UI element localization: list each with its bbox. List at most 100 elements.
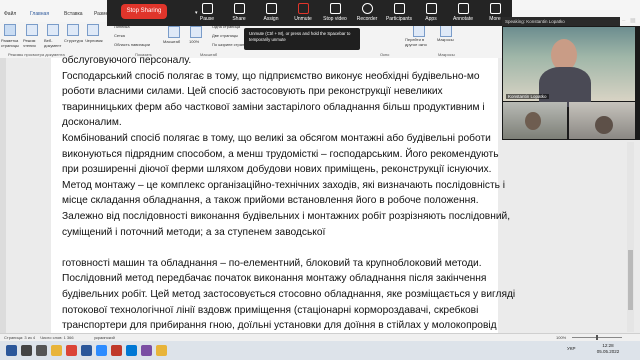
toolbar-label: Annotate [452,16,474,22]
grid-checkbox[interactable]: Сетка [114,33,125,38]
participant-video-2[interactable] [569,102,635,139]
zoom-magnifier-icon[interactable] [168,26,180,38]
document-line[interactable]: потокової технологічної лінії вздовж при… [62,305,478,316]
toolbar-label: Assign [263,16,279,22]
explorer-icon[interactable] [51,345,62,356]
page-layout-icon[interactable] [4,24,16,36]
document-line[interactable]: Послідовний метод передбачає початок вик… [62,273,486,284]
stop-sharing-button[interactable]: Stop Sharing [121,4,167,19]
group-label-views: Режимы просмотра документа [8,52,65,57]
participant-video-1[interactable] [503,102,567,139]
speaker-name-label: Konstantin Lopatko [506,94,549,99]
system-clock[interactable]: 12:28 05.05.2022 [588,343,628,355]
web-layout-icon[interactable] [47,24,59,36]
folder-icon[interactable] [156,345,167,356]
page-layout-button[interactable]: Разметка страницы [1,38,23,48]
draft-button[interactable]: Черновик [85,38,105,43]
switch-window-button[interactable]: Перейти в другое окно [405,37,435,47]
pause-button[interactable]: Pause [190,3,224,22]
zoom-button[interactable]: Масштаб [163,39,180,44]
participant-1-face [525,112,541,130]
outline-button[interactable]: Структура [64,38,84,43]
toolbar-label: Stop video [323,16,347,22]
clock-date: 05.05.2022 [596,349,620,354]
zoom-slider-thumb[interactable] [596,335,598,340]
macros-icon[interactable] [440,25,452,37]
group-label-macros: Макросы [438,52,455,57]
active-speaker-video[interactable] [503,27,635,107]
reading-mode-button[interactable]: Режим чтения [23,38,43,48]
tab-home[interactable]: Главная [30,11,49,17]
draft-icon[interactable] [87,24,99,36]
navigation-pane-checkbox[interactable]: Область навигации [114,42,150,47]
web-layout-button[interactable]: Веб-документ [44,38,64,48]
group-label-zoom: Масштаб [200,52,218,57]
language-indicator[interactable]: украинский [94,335,115,340]
task-view-icon[interactable] [36,345,47,356]
switch-window-icon[interactable] [413,25,425,37]
participants-button[interactable]: Participants [382,3,416,22]
toolbar-label: Unmute [294,16,312,22]
pause-icon [201,3,213,14]
assign-button[interactable]: Assign [254,3,288,22]
participants-icon [393,3,405,14]
search-icon[interactable] [21,345,32,356]
mail-icon[interactable] [126,345,137,356]
document-line[interactable]: обслуговуючого персоналу. [62,55,191,66]
reading-mode-icon[interactable] [26,24,38,36]
apps-button[interactable]: Apps [414,3,448,22]
microphone-muted-icon [297,3,309,14]
document-line[interactable]: при розширенні діючої ферми шляхом добуд… [62,164,491,175]
share-icon [233,3,245,14]
speaking-indicator: Speaking: Konstantin Lopatko [502,17,620,26]
document-line[interactable]: Залежно від послідовності виконання буді… [62,211,510,222]
word-count[interactable]: Число слов: 1 366 [40,335,74,340]
gallery-view-icon[interactable]: ▦ [630,18,636,24]
annotate-icon [457,3,469,14]
macros-button[interactable]: Макросы [437,37,454,42]
tab-insert[interactable]: Вставка [64,11,83,17]
document-line[interactable]: тваринницьких ферм або часткової заміни … [62,102,485,113]
document-line[interactable]: готовності машин та обладнання – по-елем… [62,258,482,269]
unmute-tooltip: Unmute (Ctrl + M), or press and hold the… [244,28,360,50]
speaker-body [539,67,591,107]
document-line[interactable]: транспортери для прибирання гною, доїльн… [62,320,497,331]
pdf-icon[interactable] [111,345,122,356]
zoom-100-button[interactable]: 100% [189,39,199,44]
toolbar-label: Share [232,16,246,22]
toolbar-label: Pause [199,16,215,22]
chrome-icon[interactable] [66,345,77,356]
document-line[interactable]: будівельних робіт. Цей метод застосовуєт… [62,289,515,300]
zoom-icon[interactable] [96,345,107,356]
unmute-button[interactable]: Unmute [286,3,320,22]
keyboard-language[interactable]: УКР [567,346,575,351]
more-icon [489,3,501,14]
participant-2-face [595,116,613,134]
document-line[interactable]: роботи власними силами. Цей спосіб засто… [62,86,443,97]
two-pages-button[interactable]: Две страницы [212,33,238,38]
annotate-button[interactable]: Annotate [446,3,480,22]
video-camera-icon [329,3,341,14]
zoom-percent[interactable]: 100% [556,335,566,340]
outline-icon[interactable] [67,24,79,36]
stop-video-button[interactable]: Stop video [318,3,352,22]
toolbar-label: Recorder [356,16,378,22]
share-button[interactable]: Share [222,3,256,22]
media-icon[interactable] [141,345,152,356]
start-icon[interactable] [6,345,17,356]
recorder-button[interactable]: Recorder [350,3,384,22]
document-line[interactable]: досконалим. [62,117,122,128]
page-counter[interactable]: Страница: 3 из 4 [4,335,35,340]
minimize-icon[interactable]: – [622,18,628,24]
document-line[interactable]: Комбінований спосіб полягає в тому, що в… [62,133,491,144]
document-line[interactable]: виконуються підрядним способом, а менш т… [62,149,499,160]
document-line[interactable]: Господарський спосіб полягає в тому, що … [62,71,480,82]
tab-file[interactable]: Файл [4,11,16,17]
toolbar-label: Apps [425,16,437,22]
scrollbar-thumb[interactable] [628,250,633,310]
word-icon[interactable] [81,345,92,356]
document-line[interactable]: суміщений і поточний методи; а за ступен… [62,227,325,238]
document-line[interactable]: місце складання обладнання, а також прий… [62,195,479,206]
document-line[interactable]: Метод монтажу – це комплекс організаційн… [62,180,505,191]
zoom-100-icon[interactable] [190,26,202,38]
